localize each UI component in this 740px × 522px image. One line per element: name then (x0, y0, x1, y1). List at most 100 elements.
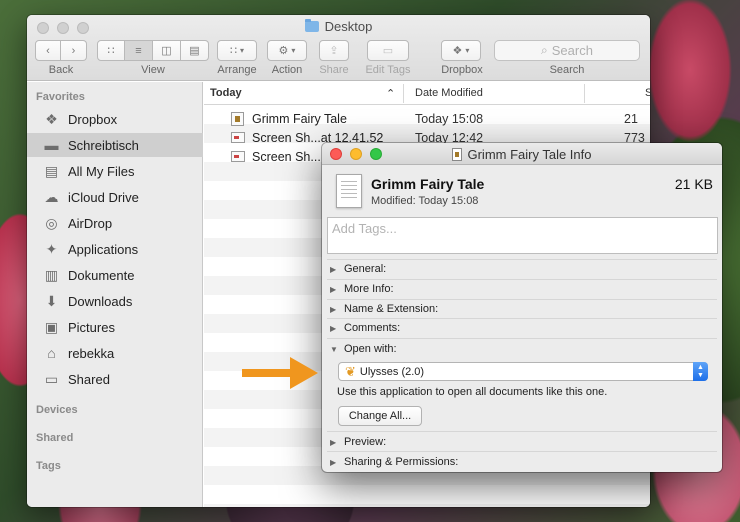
forward-button[interactable]: › (61, 40, 87, 61)
disclosure-right-icon: ▶ (330, 304, 337, 314)
sidebar-item-dropbox[interactable]: ❖ Dropbox (27, 107, 203, 131)
sidebar-item-schreibtisch[interactable]: ▬ Schreibtisch (27, 133, 203, 157)
share-icon: ⇪ (329, 45, 339, 57)
open-with-description: Use this application to open all documen… (337, 386, 608, 398)
sidebar: Favorites ❖ Dropbox ▬ Schreibtisch ▤ All… (27, 82, 203, 507)
search-label: Search (549, 64, 585, 76)
list-view-button[interactable]: ≡ (125, 40, 153, 61)
section-preview[interactable]: ▶ Preview: (330, 432, 722, 452)
camera-icon: ▣ (44, 318, 59, 335)
nav-group: ‹ › (35, 40, 87, 61)
coverflow-view-button[interactable]: ▤ (181, 40, 209, 61)
file-name: Grimm Fairy Tale (371, 176, 485, 192)
sidebar-item-rebekka[interactable]: ⌂ rebekka (27, 341, 203, 365)
dropbox-button[interactable]: ❖ ▾ (441, 40, 481, 61)
section-more-info[interactable]: ▶ More Info: (330, 279, 722, 299)
dropbox-icon: ❖ (452, 45, 463, 57)
screenshot-icon (231, 132, 245, 143)
chevron-right-icon: › (71, 44, 76, 57)
sidebar-item-dokumente[interactable]: ▥ Dokumente (27, 263, 203, 287)
chevron-left-icon: ‹ (46, 44, 50, 57)
section-name-extension[interactable]: ▶ Name & Extension: (330, 299, 722, 319)
chevron-down-icon: ▾ (291, 46, 296, 55)
section-sharing-permissions[interactable]: ▶ Sharing & Permissions: (330, 452, 722, 472)
sort-ascending-icon: ⌃ (386, 88, 396, 100)
document-icon: ▥ (44, 266, 59, 283)
open-with-app-select[interactable]: ❦ Ulysses (2.0) ▲ ▼ (338, 362, 708, 381)
section-general[interactable]: ▶ General: (330, 259, 722, 279)
disclosure-right-icon: ▶ (330, 437, 337, 447)
disclosure-right-icon: ▶ (330, 264, 337, 274)
search-input[interactable]: ⌕ Search (494, 40, 640, 61)
action-button[interactable]: ⚙ ▾ (267, 40, 307, 61)
back-button[interactable]: ‹ (35, 40, 61, 61)
arrange-button[interactable]: ∷ ▾ (217, 40, 257, 61)
action-label: Action (271, 64, 303, 76)
list-icon: ≡ (135, 44, 142, 57)
section-comments[interactable]: ▶ Comments: (330, 318, 722, 338)
column-header-date-modified[interactable]: Date Modified (415, 87, 483, 99)
search-icon: ⌕ (541, 43, 548, 57)
sidebar-item-applications[interactable]: ✦ Applications (27, 237, 203, 261)
column-header-size[interactable]: S (645, 87, 650, 99)
disclosure-down-icon: ▼ (330, 344, 338, 354)
sidebar-item-all-my-files[interactable]: ▤ All My Files (27, 159, 203, 183)
share-label: Share (319, 64, 349, 76)
sidebar-item-downloads[interactable]: ⬇ Downloads (27, 289, 203, 313)
cloud-icon: ☁ (44, 188, 59, 205)
file-size: 21 KB (674, 176, 713, 192)
sidebar-heading-devices[interactable]: Devices (36, 404, 78, 416)
column-divider[interactable] (403, 84, 404, 103)
folder-icon (304, 19, 319, 32)
view-label: View (141, 64, 165, 76)
chevron-down-icon: ▾ (239, 46, 244, 55)
disclosure-right-icon: ▶ (330, 284, 337, 294)
arrange-group: ∷ ▾ (217, 40, 257, 61)
dropbox-label: Dropbox (441, 64, 483, 76)
disclosure-right-icon: ▶ (330, 323, 337, 333)
share-group: ⇪ (319, 40, 349, 61)
all-files-icon: ▤ (44, 162, 59, 179)
info-window: Grimm Fairy Tale Info Grimm Fairy Tale 2… (322, 143, 722, 472)
back-label: Back (48, 64, 74, 76)
table-row[interactable]: Grimm Fairy Tale Today 15:08 21 (204, 109, 650, 128)
sidebar-item-pictures[interactable]: ▣ Pictures (27, 315, 203, 339)
airdrop-icon: ◎ (45, 214, 58, 231)
ulysses-app-icon: ❦ (345, 363, 356, 379)
dropbox-icon: ❖ (45, 110, 58, 127)
column-view-button[interactable]: ◫ (153, 40, 181, 61)
modified-date: Modified: Today 15:08 (371, 195, 479, 207)
file-preview-icon (336, 174, 362, 208)
columns-icon: ◫ (161, 45, 172, 57)
folder-icon: ▭ (44, 370, 59, 387)
dropbox-group: ❖ ▾ (441, 40, 481, 61)
applications-icon: ✦ (45, 240, 58, 257)
finder-toolbar: Desktop ‹ › Back ∷ ≡ ◫ ▤ View ∷ ▾ Arrang… (27, 15, 650, 81)
change-all-button[interactable]: Change All... (338, 406, 422, 426)
document-icon (231, 111, 244, 126)
share-button[interactable]: ⇪ (319, 40, 349, 61)
add-tags-field[interactable]: Add Tags... (327, 217, 718, 254)
section-open-with[interactable]: ▼ Open with: (330, 339, 722, 359)
home-icon: ⌂ (47, 345, 56, 361)
icon-view-button[interactable]: ∷ (97, 40, 125, 61)
sidebar-item-icloud-drive[interactable]: ☁ iCloud Drive (27, 185, 203, 209)
edit-tags-label: Edit Tags (365, 64, 411, 76)
sidebar-item-airdrop[interactable]: ◎ AirDrop (27, 211, 203, 235)
updown-chevron-icon: ▲ ▼ (693, 362, 708, 381)
info-titlebar: Grimm Fairy Tale Info (322, 143, 722, 165)
column-header-name[interactable]: Today (210, 87, 242, 99)
disclosure-right-icon: ▶ (330, 457, 337, 467)
edit-tags-button[interactable]: ▭ (367, 40, 409, 61)
sidebar-heading-shared[interactable]: Shared (36, 432, 73, 444)
list-header: Today ⌃ Date Modified S (204, 82, 650, 105)
desktop-icon: ▬ (44, 137, 59, 153)
edit-tags-group: ▭ (367, 40, 409, 61)
column-divider[interactable] (584, 84, 585, 103)
sidebar-item-shared-folder[interactable]: ▭ Shared (27, 367, 203, 391)
window-title: Desktop (27, 19, 650, 34)
view-mode-group: ∷ ≡ ◫ ▤ (97, 40, 209, 61)
chevron-down-icon: ▾ (465, 46, 470, 55)
sidebar-heading-tags[interactable]: Tags (36, 460, 61, 472)
arrange-label: Arrange (217, 64, 257, 76)
